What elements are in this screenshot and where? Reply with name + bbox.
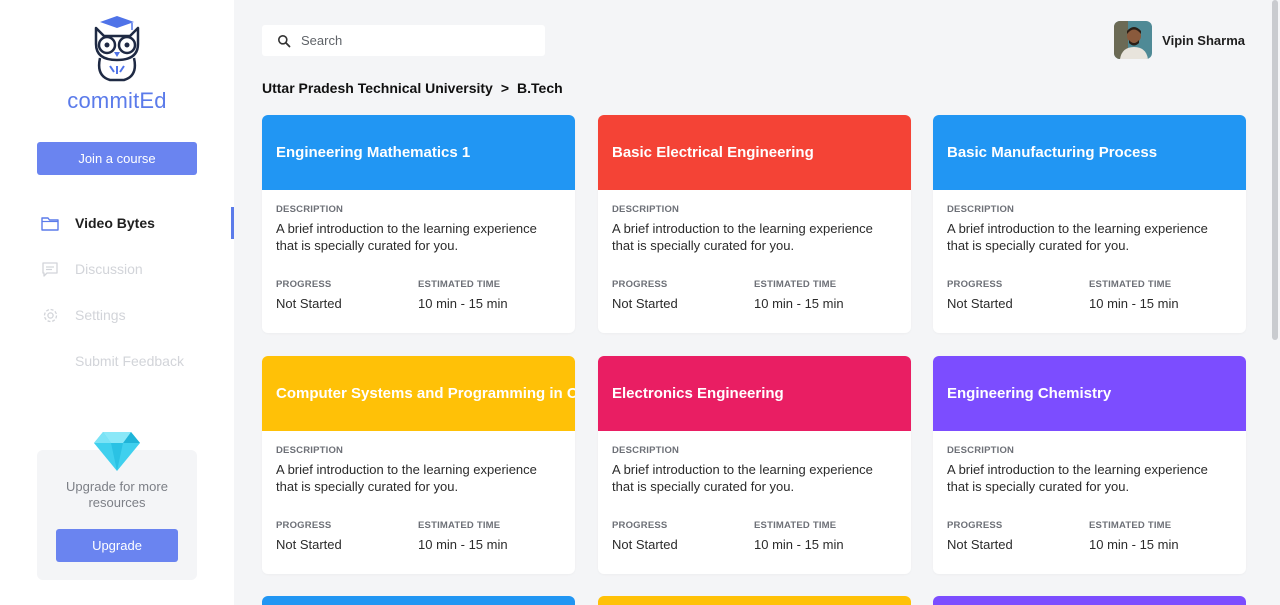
estimated-time-value: 10 min - 15 min (418, 537, 508, 552)
course-description: A brief introduction to the learning exp… (276, 221, 537, 253)
sidebar: commitEd Join a course Video Bytes Discu… (0, 0, 234, 605)
course-title: Engineering Chemistry (933, 356, 1246, 431)
description-label: DESCRIPTION (276, 445, 344, 456)
folder-icon (40, 213, 60, 233)
description-label: DESCRIPTION (947, 204, 1015, 215)
search-input[interactable] (301, 33, 531, 48)
sidebar-item-label: Video Bytes (75, 215, 155, 231)
progress-value: Not Started (276, 537, 342, 552)
course-description: A brief introduction to the learning exp… (947, 462, 1208, 494)
progress-value: Not Started (276, 296, 342, 311)
estimated-time-label: ESTIMATED TIME (1089, 279, 1172, 290)
course-title: Electronics Engineering (598, 356, 911, 431)
progress-label: PROGRESS (276, 279, 332, 290)
diamond-icon (94, 432, 140, 471)
breadcrumb-current: B.Tech (517, 80, 563, 96)
estimated-time-label: ESTIMATED TIME (418, 520, 501, 531)
sidebar-item-submit-feedback[interactable]: Submit Feedback (40, 350, 184, 372)
upgrade-text: Upgrade for more resources (66, 479, 168, 510)
estimated-time-value: 10 min - 15 min (754, 296, 844, 311)
progress-label: PROGRESS (612, 520, 668, 531)
sidebar-item-discussion[interactable]: Discussion (40, 258, 143, 280)
gear-icon (40, 305, 60, 325)
user-name: Vipin Sharma (1162, 32, 1245, 48)
chat-icon (40, 259, 60, 279)
estimated-time-label: ESTIMATED TIME (754, 279, 837, 290)
scrollbar-thumb[interactable] (1272, 0, 1278, 340)
progress-label: PROGRESS (947, 279, 1003, 290)
active-indicator (231, 207, 234, 239)
progress-value: Not Started (947, 296, 1013, 311)
course-description: A brief introduction to the learning exp… (612, 221, 873, 253)
estimated-time-label: ESTIMATED TIME (754, 520, 837, 531)
estimated-time-value: 10 min - 15 min (1089, 537, 1179, 552)
course-card-partial[interactable] (933, 596, 1246, 605)
description-label: DESCRIPTION (612, 445, 680, 456)
sidebar-item-label: Submit Feedback (75, 353, 184, 369)
estimated-time-label: ESTIMATED TIME (418, 279, 501, 290)
course-card[interactable]: Engineering Chemistry DESCRIPTION A brie… (933, 356, 1246, 574)
breadcrumb-separator: > (500, 80, 510, 96)
progress-value: Not Started (612, 296, 678, 311)
course-card-partial[interactable] (262, 596, 575, 605)
breadcrumb: Uttar Pradesh Technical University > B.T… (262, 80, 563, 96)
estimated-time-value: 10 min - 15 min (418, 296, 508, 311)
progress-label: PROGRESS (612, 279, 668, 290)
course-description: A brief introduction to the learning exp… (276, 462, 537, 494)
sidebar-item-video-bytes[interactable]: Video Bytes (40, 212, 155, 234)
description-label: DESCRIPTION (612, 204, 680, 215)
course-card[interactable]: Basic Electrical Engineering DESCRIPTION… (598, 115, 911, 333)
sidebar-item-settings[interactable]: Settings (40, 304, 126, 326)
course-title: Basic Manufacturing Process (933, 115, 1246, 190)
upgrade-button[interactable]: Upgrade (56, 529, 178, 562)
course-title: Computer Systems and Programming in C (262, 356, 575, 431)
course-description: A brief introduction to the learning exp… (947, 221, 1208, 253)
course-title: Engineering Mathematics 1 (262, 115, 575, 190)
sidebar-item-label: Settings (75, 307, 126, 323)
search-icon (278, 34, 291, 47)
avatar (1114, 21, 1153, 59)
course-title: Basic Electrical Engineering (598, 115, 911, 190)
breadcrumb-parent[interactable]: Uttar Pradesh Technical University (262, 80, 493, 96)
progress-label: PROGRESS (947, 520, 1003, 531)
course-description: A brief introduction to the learning exp… (612, 462, 873, 494)
estimated-time-value: 10 min - 15 min (1089, 296, 1179, 311)
scrollbar[interactable] (1270, 0, 1280, 605)
user-menu[interactable]: Vipin Sharma (1114, 21, 1245, 59)
course-card-partial[interactable] (598, 596, 911, 605)
course-card[interactable]: Computer Systems and Programming in C DE… (262, 356, 575, 574)
description-label: DESCRIPTION (947, 445, 1015, 456)
course-card[interactable]: Basic Manufacturing Process DESCRIPTION … (933, 115, 1246, 333)
progress-value: Not Started (612, 537, 678, 552)
course-card[interactable]: Electronics Engineering DESCRIPTION A br… (598, 356, 911, 574)
description-label: DESCRIPTION (276, 204, 344, 215)
course-card[interactable]: Engineering Mathematics 1 DESCRIPTION A … (262, 115, 575, 333)
search-bar[interactable] (262, 25, 545, 56)
estimated-time-label: ESTIMATED TIME (1089, 520, 1172, 531)
brand-name: commitEd (67, 88, 167, 113)
owl-graduate-icon (94, 16, 140, 82)
estimated-time-value: 10 min - 15 min (754, 537, 844, 552)
progress-value: Not Started (947, 537, 1013, 552)
join-course-button[interactable]: Join a course (37, 142, 197, 175)
sidebar-item-label: Discussion (75, 261, 143, 277)
progress-label: PROGRESS (276, 520, 332, 531)
